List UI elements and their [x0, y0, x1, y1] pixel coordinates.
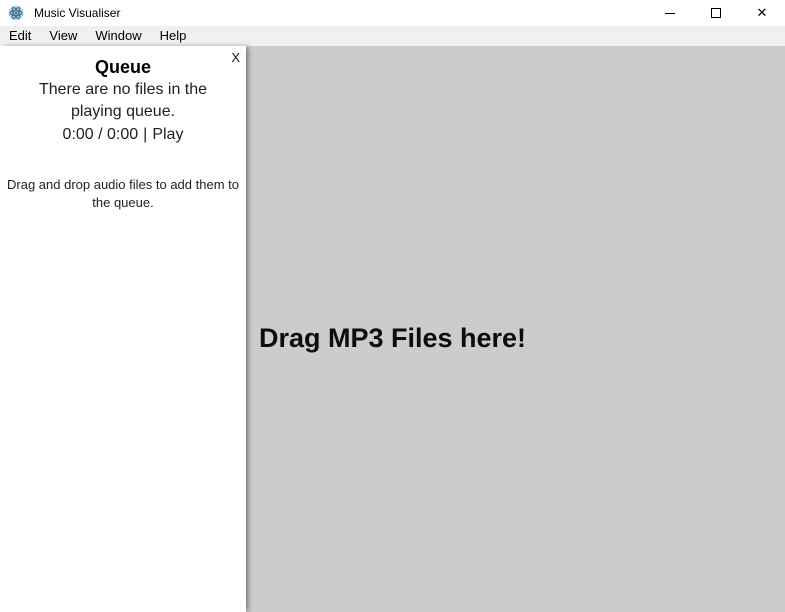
transport-separator: |: [143, 126, 147, 143]
menu-item-view[interactable]: View: [40, 26, 86, 46]
close-button[interactable]: ✕: [739, 0, 785, 26]
time-display: 0:00 / 0:00: [63, 126, 139, 143]
menu-item-help[interactable]: Help: [151, 26, 196, 46]
titlebar: Music Visualiser ✕: [0, 0, 785, 26]
drop-zone-canvas[interactable]: Drag MP3 Files here! X Queue There are n…: [0, 46, 785, 612]
queue-hint: Drag and drop audio files to add them to…: [5, 176, 241, 212]
menubar: Edit View Window Help: [0, 26, 785, 46]
queue-panel: X Queue There are no files in the playin…: [0, 46, 246, 612]
maximize-button[interactable]: [693, 0, 739, 26]
menu-item-window[interactable]: Window: [86, 26, 150, 46]
queue-close-button[interactable]: X: [231, 50, 240, 65]
queue-empty-message: There are no files in the playing queue.: [17, 79, 229, 123]
queue-title: Queue: [0, 57, 246, 78]
maximize-icon: [711, 8, 721, 18]
queue-transport: 0:00 / 0:00| Play: [0, 124, 246, 146]
minimize-button[interactable]: [647, 0, 693, 26]
play-button[interactable]: Play: [152, 126, 183, 143]
app-icon: [8, 5, 24, 21]
minimize-icon: [665, 13, 675, 14]
window-title: Music Visualiser: [34, 6, 120, 20]
menu-item-edit[interactable]: Edit: [0, 26, 40, 46]
close-icon: ✕: [757, 7, 768, 20]
